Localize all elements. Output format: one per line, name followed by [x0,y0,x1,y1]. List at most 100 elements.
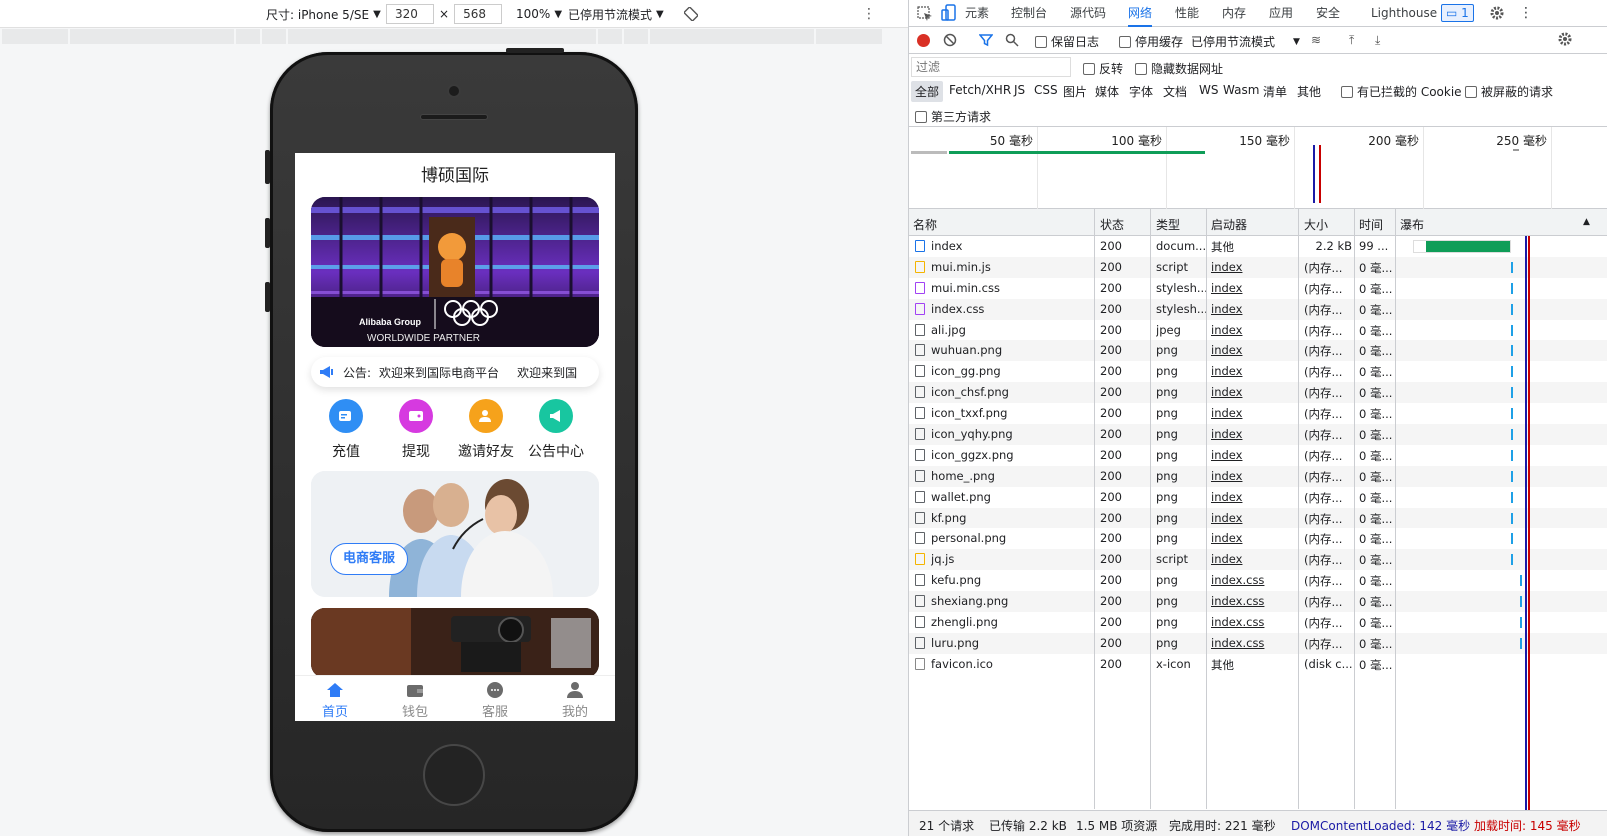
request-initiator[interactable]: index.css [1211,615,1295,629]
tab-console[interactable]: 控制台 [1011,0,1047,27]
request-row[interactable]: index.css 200 stylesh... index (内存... 0 毫... [909,298,1607,320]
blocked-cookies-option[interactable]: 有已拦截的 Cookie [1341,83,1462,100]
rotate-icon[interactable] [684,4,698,24]
request-row[interactable]: icon_gg.png 200 png index (内存... 0 毫... [909,361,1607,382]
request-initiator[interactable]: index [1211,323,1295,337]
blocked-requests-option[interactable]: 被屏蔽的请求 [1465,83,1553,100]
tab-service[interactable]: 客服 [455,676,535,721]
column-time[interactable]: 时间 [1359,216,1383,233]
throttle-select[interactable]: 已停用节流模式 ▼ [568,4,664,24]
hide-data-urls-checkbox[interactable] [1135,62,1147,75]
preserve-log-checkbox[interactable] [1035,35,1047,48]
tab-lighthouse[interactable]: Lighthouse [1371,0,1437,27]
request-initiator[interactable]: index [1211,406,1295,420]
request-initiator[interactable]: index [1211,281,1295,295]
request-row[interactable]: kefu.png 200 png index.css (内存... 0 毫... [909,570,1607,591]
more-options-icon[interactable]: ⋮ [862,4,876,24]
request-row[interactable]: icon_chsf.png 200 png index (内存... 0 毫... [909,382,1607,404]
column-initiator[interactable]: 启动器 [1211,216,1247,233]
column-type[interactable]: 类型 [1156,216,1180,233]
request-row[interactable]: mui.min.js 200 script index (内存... 0 毫... [909,256,1607,278]
search-button[interactable] [1005,33,1019,47]
request-row[interactable]: favicon.ico 200 x-icon 其他 (disk c... 0 毫... [909,654,1607,675]
width-input[interactable]: 320 [386,4,434,24]
quick-invite[interactable]: 邀请好友 [446,399,526,461]
request-row[interactable]: icon_yqhy.png 200 png index (内存... 0 毫... [909,424,1607,445]
tab-network[interactable]: 网络 [1128,0,1153,27]
type-filter-ws[interactable]: WS [1199,83,1218,97]
request-row[interactable]: ali.jpg 200 jpeg index (内存... 0 毫... [909,320,1607,341]
blocked-cookies-checkbox[interactable] [1341,85,1353,98]
service-label[interactable]: 电商客服 [330,543,409,575]
request-row[interactable]: home_.png 200 png index (内存... 0 毫... [909,465,1607,487]
type-filter-img[interactable]: 图片 [1063,83,1087,100]
settings-gear-icon[interactable] [1489,4,1505,22]
request-row[interactable]: kf.png 200 png index (内存... 0 毫... [909,507,1607,529]
tab-elements[interactable]: 元素 [965,0,989,27]
network-overview[interactable]: 50 毫秒 100 毫秒 150 毫秒 200 毫秒 250 毫秒 [909,127,1607,209]
request-row[interactable]: wuhuan.png 200 png index (内存... 0 毫... [909,340,1607,362]
request-initiator[interactable]: index [1211,260,1295,274]
request-row[interactable]: shexiang.png 200 png index.css (内存... 0 毫... [909,591,1607,613]
clear-button[interactable] [943,33,957,47]
sort-up-icon[interactable]: ▲ [1583,217,1590,227]
quick-withdraw[interactable]: 提现 [376,399,456,461]
height-input[interactable]: 568 [454,4,503,24]
request-row[interactable]: jq.js 200 script index (内存... 0 毫... [909,549,1607,571]
inspect-icon[interactable] [917,5,933,21]
tab-security[interactable]: 安全 [1316,0,1340,27]
issues-badge[interactable]: ▭ 1 [1441,4,1474,22]
request-initiator[interactable]: index [1211,469,1295,483]
tab-mine[interactable]: 我的 [535,676,615,721]
tab-application[interactable]: 应用 [1269,0,1293,27]
request-initiator[interactable]: index [1211,552,1295,566]
notice-bar[interactable]: 公告: 欢迎来到国际电商平台 欢迎来到国 [311,357,599,387]
type-filter-js[interactable]: JS [1014,83,1025,97]
tab-sources[interactable]: 源代码 [1070,0,1106,27]
column-size[interactable]: 大小 [1304,216,1328,233]
type-filter-doc[interactable]: 文档 [1163,83,1187,100]
column-status[interactable]: 状态 [1100,216,1124,233]
type-filter-all[interactable]: 全部 [911,81,944,102]
quick-notice-center[interactable]: 公告中心 [516,399,596,461]
request-row[interactable]: zhengli.png 200 png index.css (内存... 0 毫... [909,612,1607,633]
type-filter-fetch[interactable]: Fetch/XHR [949,83,1011,97]
quick-recharge[interactable]: 充值 [306,399,386,461]
invert-checkbox[interactable] [1083,62,1095,75]
tab-wallet[interactable]: 钱包 [375,676,455,721]
request-row[interactable]: wallet.png 200 png index (内存... 0 毫... [909,487,1607,508]
type-filter-other[interactable]: 其他 [1297,83,1321,100]
request-initiator[interactable]: index [1211,511,1295,525]
device-select[interactable]: 尺寸: iPhone 5/SE ▼ [266,4,381,24]
request-initiator[interactable]: index [1211,364,1295,378]
request-initiator[interactable]: index [1211,302,1295,316]
invert-option[interactable]: 反转 [1083,60,1123,77]
network-conditions-icon[interactable]: ≋ [1311,33,1321,47]
request-initiator[interactable]: index [1211,427,1295,441]
filter-toggle[interactable] [979,33,993,47]
camera-card[interactable] [311,608,599,678]
throttle-select[interactable]: 已停用节流模式 ▼ [1191,33,1300,50]
third-party-option[interactable]: 第三方请求 [915,108,991,125]
home-button[interactable] [423,744,485,806]
disable-cache-checkbox[interactable] [1119,35,1131,48]
blocked-requests-checkbox[interactable] [1465,85,1477,98]
record-button[interactable] [917,34,930,47]
more-options-icon[interactable]: ⋮ [1519,0,1533,27]
type-filter-wasm[interactable]: Wasm [1223,83,1259,97]
service-card[interactable]: 电商客服 [311,471,599,597]
request-row[interactable]: icon_ggzx.png 200 png index (内存... 0 毫... [909,445,1607,466]
request-row[interactable]: icon_txxf.png 200 png index (内存... 0 毫... [909,403,1607,424]
column-name[interactable]: 名称 [913,216,937,233]
device-toggle-icon[interactable] [941,4,957,22]
request-initiator[interactable]: index [1211,448,1295,462]
request-initiator[interactable]: index [1211,531,1295,545]
type-filter-media[interactable]: 媒体 [1095,83,1119,100]
tab-home[interactable]: 首页 [295,676,375,721]
disable-cache-option[interactable]: 停用缓存 [1119,33,1183,50]
zoom-select[interactable]: 100% ▼ [516,4,562,24]
tab-memory[interactable]: 内存 [1222,0,1246,27]
filter-input[interactable] [911,57,1071,77]
column-waterfall[interactable]: 瀑布 [1400,216,1424,233]
hide-data-urls-option[interactable]: 隐藏数据网址 [1135,60,1223,77]
